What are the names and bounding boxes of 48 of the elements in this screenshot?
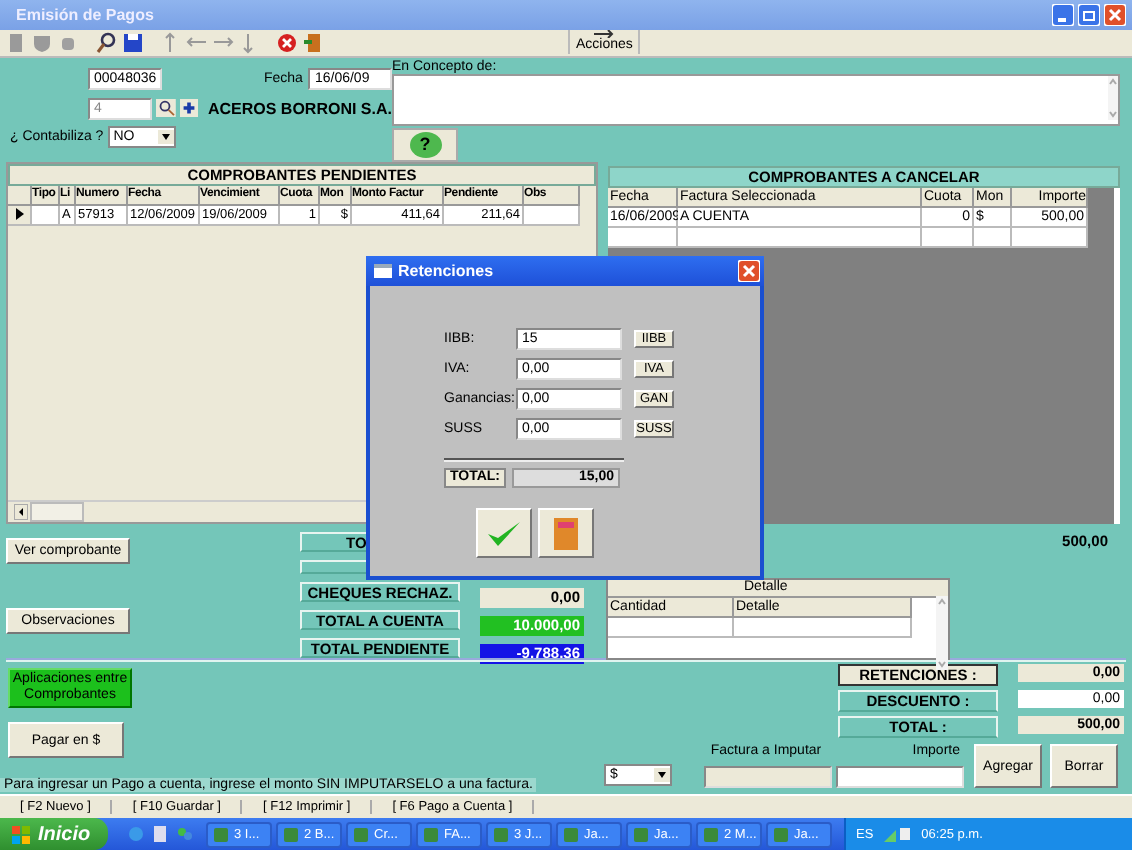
app-icon xyxy=(354,827,368,841)
amount-field[interactable] xyxy=(836,766,964,789)
restore-button[interactable] xyxy=(1078,3,1100,26)
search-icon[interactable] xyxy=(156,98,176,119)
ok-button[interactable] xyxy=(476,508,532,558)
dialog-title: Retenciones xyxy=(398,262,496,280)
shield-icon[interactable] xyxy=(32,31,54,54)
checkmark-icon xyxy=(486,519,522,547)
window-icon xyxy=(374,264,392,278)
network-icon[interactable] xyxy=(883,826,912,842)
app-icon xyxy=(564,827,578,841)
table-cell xyxy=(1012,227,1088,248)
globe-icon[interactable] xyxy=(128,826,144,842)
scroll-left-icon[interactable] xyxy=(14,504,28,521)
app-icon xyxy=(634,827,648,841)
close-button[interactable] xyxy=(738,260,760,282)
dropdown-icon xyxy=(654,768,670,783)
minimize-button[interactable] xyxy=(1052,3,1074,26)
people-icon[interactable] xyxy=(176,826,192,842)
windows-logo-icon xyxy=(12,825,30,843)
table-cell xyxy=(922,227,974,248)
table-cell xyxy=(974,227,1012,248)
help-button[interactable]: ? xyxy=(392,128,458,162)
arrow-right-icon xyxy=(594,30,615,39)
exit-button[interactable] xyxy=(538,508,594,558)
app-icon xyxy=(214,827,228,841)
document-icon[interactable] xyxy=(152,826,168,842)
window-title: Emisión de Pagos xyxy=(16,5,156,24)
scroll-thumb[interactable] xyxy=(30,502,84,523)
app-icon xyxy=(774,827,788,841)
app-icon xyxy=(424,827,438,841)
cancel-icon[interactable] xyxy=(276,31,298,54)
door-icon xyxy=(554,517,578,549)
dropdown-icon xyxy=(157,129,174,144)
table-cell xyxy=(524,205,580,226)
close-button[interactable] xyxy=(1104,3,1126,26)
app-icon xyxy=(494,827,508,841)
concept-field[interactable] xyxy=(392,73,1120,127)
invoice-field[interactable] xyxy=(704,766,832,789)
door-icon[interactable] xyxy=(302,31,324,54)
supplier-name: ACEROS BORRONI S.A. xyxy=(207,99,392,118)
search-icon[interactable] xyxy=(96,31,118,54)
document-icon[interactable] xyxy=(6,31,28,54)
save-icon[interactable] xyxy=(122,31,144,54)
scrollbar-icon xyxy=(1108,75,1118,120)
app-icon xyxy=(284,827,298,841)
plus-icon[interactable] xyxy=(179,98,198,119)
app-icon xyxy=(704,827,718,841)
